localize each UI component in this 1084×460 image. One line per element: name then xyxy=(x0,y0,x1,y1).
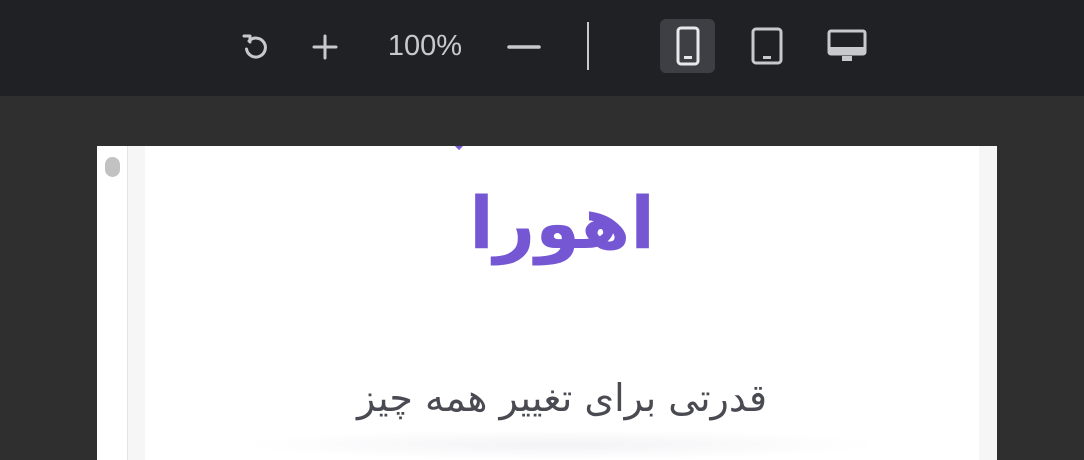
device-mobile-button[interactable] xyxy=(660,19,715,73)
tablet-icon xyxy=(751,27,783,65)
device-desktop-button[interactable] xyxy=(824,22,870,70)
device-tablet-button[interactable] xyxy=(744,19,790,73)
scrollbar[interactable] xyxy=(97,146,128,460)
zoom-level: 100% xyxy=(387,30,463,62)
scrollbar-thumb[interactable] xyxy=(105,157,120,177)
minus-icon xyxy=(507,45,541,49)
preview-toolbar: 100% xyxy=(0,0,1084,96)
zoom-in-button[interactable] xyxy=(306,28,344,66)
rotate-ccw-icon xyxy=(242,34,267,59)
reset-zoom-button[interactable] xyxy=(236,28,274,66)
page-margin-right xyxy=(979,146,997,460)
hero-fade xyxy=(235,430,885,460)
plus-icon xyxy=(312,34,338,60)
landing-page: اهورا قدرتی برای تغییر همه چیز xyxy=(145,146,979,460)
hero-tagline: قدرتی برای تغییر همه چیز xyxy=(357,376,767,420)
logo-mark xyxy=(451,146,467,151)
zoom-out-button[interactable] xyxy=(504,28,544,66)
page-margin-left xyxy=(128,146,145,460)
toolbar-divider xyxy=(587,22,589,70)
device-preview-frame: اهورا قدرتی برای تغییر همه چیز xyxy=(97,146,997,460)
brand-title: اهورا xyxy=(469,181,655,265)
monitor-icon xyxy=(827,29,867,61)
phone-icon xyxy=(676,26,699,66)
